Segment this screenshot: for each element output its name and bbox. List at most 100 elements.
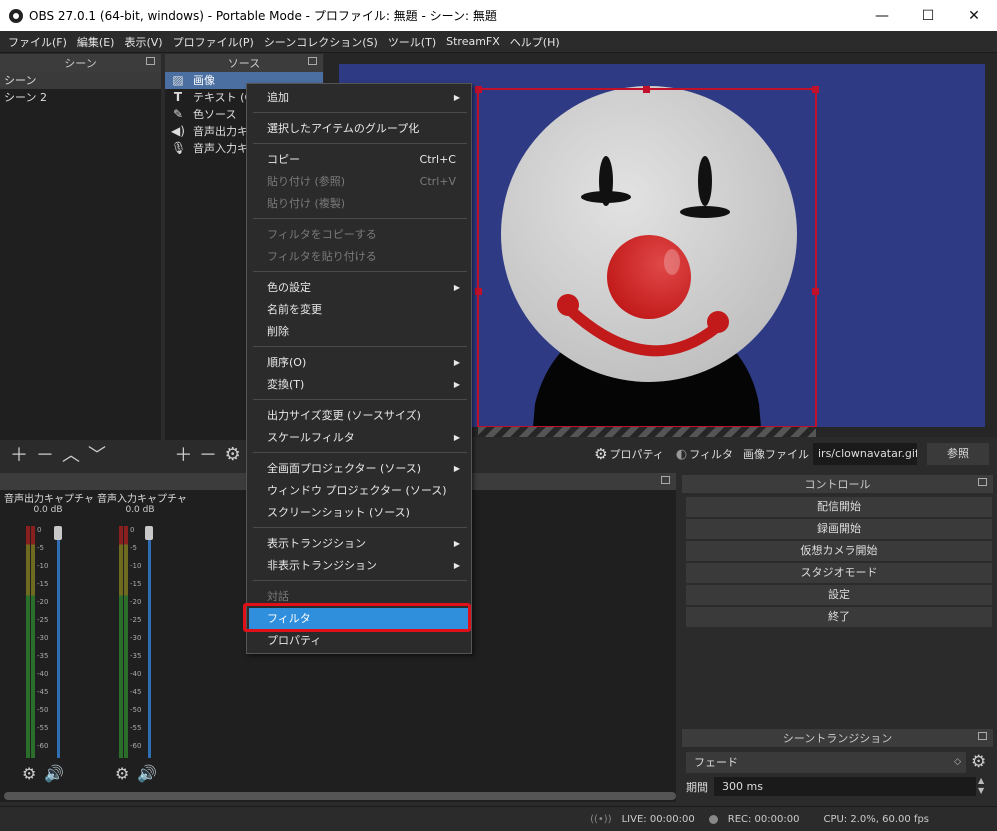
chevron-updown-icon: ◇ (954, 757, 961, 767)
menu-item-color[interactable]: 色の設定 ▶ (248, 277, 470, 299)
transitions-dock-header: シーントランジション (682, 729, 993, 747)
menu-item-delete[interactable]: 削除 (248, 321, 470, 343)
browse-button[interactable]: 参照 (927, 443, 989, 465)
start-virtual-camera-button[interactable]: 仮想カメラ開始 (686, 541, 992, 561)
spin-arrows-icon[interactable]: ▲ ▼ (978, 776, 984, 796)
menu-item-resize-output[interactable]: 出力サイズ変更 (ソースサイズ) (248, 405, 470, 427)
menu-item-add[interactable]: 追加 ▶ (248, 87, 470, 109)
volume-fader-handle[interactable] (54, 526, 62, 540)
menu-item-show-transition[interactable]: 表示トランジション ▶ (248, 533, 470, 555)
menu-item-order[interactable]: 順序(O) ▶ (248, 352, 470, 374)
gear-icon[interactable]: ⚙ (22, 764, 36, 783)
controls-title: コントロール (804, 478, 871, 491)
controls-dock-header: コントロール (682, 475, 993, 493)
menu-profile[interactable]: プロファイル(P) (168, 34, 259, 50)
menu-help[interactable]: ヘルプ(H) (505, 34, 565, 50)
volume-fader[interactable] (57, 526, 60, 758)
dock-float-icon[interactable] (146, 57, 155, 65)
dock-float-icon[interactable] (978, 732, 987, 740)
menu-item-scale-filter[interactable]: スケールフィルタ ▶ (248, 427, 470, 449)
channel-name: 音声出力キャプチャ (4, 494, 94, 505)
menu-item-rename[interactable]: 名前を変更 (248, 299, 470, 321)
source-context-menu: 追加 ▶ 選択したアイテムのグループ化 コピー Ctrl+C 貼り付け (参照) Ct… (246, 83, 472, 654)
submenu-arrow-icon: ▶ (453, 358, 460, 367)
duration-label: 期間 (686, 781, 708, 794)
scenes-list: シーン シーン 2 (0, 72, 161, 440)
speaker-icon[interactable]: 🔊 (137, 764, 157, 783)
minimize-button[interactable]: — (859, 0, 905, 31)
menu-item-paste-reference: 貼り付け (参照) Ctrl+V (267, 175, 456, 188)
annotation-highlight-box (243, 603, 471, 632)
properties-button[interactable]: ⚙ プロパティ (588, 443, 670, 465)
close-button[interactable]: ✕ (951, 0, 997, 31)
window-title: OBS 27.0.1 (64-bit, windows) - Portable … (29, 9, 497, 23)
menu-separator (253, 452, 467, 453)
menu-scene-collection[interactable]: シーンコレクション(S) (259, 34, 383, 50)
submenu-arrow-icon: ▶ (453, 93, 460, 102)
move-down-icon[interactable]: ﹀ (84, 444, 110, 466)
menu-item-copy[interactable]: コピー Ctrl+C (248, 149, 470, 171)
menu-file[interactable]: ファイル(F) (3, 34, 72, 50)
volume-fader-handle[interactable] (145, 526, 153, 540)
move-up-icon[interactable]: ︿ (58, 444, 84, 466)
remove-scene-button[interactable]: － (32, 444, 58, 466)
channel-db: 0.0 dB (33, 505, 63, 515)
menu-view[interactable]: 表示(V) (119, 34, 167, 50)
dock-float-icon[interactable] (661, 476, 670, 484)
menu-item-window-projector[interactable]: ウィンドウ プロジェクター (ソース) (248, 480, 470, 502)
level-meter (119, 526, 123, 758)
menu-item-properties[interactable]: プロパティ (248, 630, 470, 652)
obs-logo-icon (9, 8, 23, 23)
duration-input[interactable]: 300 ms (714, 777, 976, 796)
menu-separator (253, 346, 467, 347)
menu-separator (253, 271, 467, 272)
menu-item-screenshot[interactable]: スクリーンショット (ソース) (248, 502, 470, 524)
start-streaming-button[interactable]: 配信開始 (686, 497, 992, 517)
live-broadcast-icon: ((•)) (590, 813, 612, 825)
submenu-arrow-icon: ▶ (453, 539, 460, 548)
scenes-dock-header: シーン (0, 54, 161, 72)
menu-item-group[interactable]: 選択したアイテムのグループ化 (248, 118, 470, 140)
gear-icon[interactable]: ⚙ (115, 764, 129, 783)
text-icon: T (173, 90, 183, 104)
channel-db: 0.0 dB (125, 505, 155, 515)
scene-item[interactable]: シーン (0, 72, 161, 89)
scene-item[interactable]: シーン 2 (0, 89, 161, 106)
dock-float-icon[interactable] (978, 478, 987, 486)
menu-separator (253, 218, 467, 219)
image-file-path-field[interactable]: irs/clownavatar.gif (813, 443, 917, 465)
menu-streamfx[interactable]: StreamFX (441, 35, 505, 48)
studio-mode-button[interactable]: スタジオモード (686, 563, 992, 583)
menu-separator (253, 143, 467, 144)
rec-status: REC: 00:00:00 (727, 813, 800, 825)
maximize-button[interactable]: ☐ (905, 0, 951, 31)
menu-item-hide-transition[interactable]: 非表示トランジション ▶ (248, 555, 470, 577)
menu-separator (253, 580, 467, 581)
menu-item-transform[interactable]: 変換(T) ▶ (248, 374, 470, 396)
submenu-arrow-icon: ▶ (453, 561, 460, 570)
menu-item-fullscreen-projector[interactable]: 全画面プロジェクター (ソース) ▶ (248, 458, 470, 480)
live-status: LIVE: 00:00:00 (621, 813, 695, 825)
add-source-button[interactable]: ＋ (171, 444, 196, 466)
submenu-arrow-icon: ▶ (453, 380, 460, 389)
start-recording-button[interactable]: 録画開始 (686, 519, 992, 539)
volume-fader[interactable] (148, 526, 151, 758)
mic-icon: 🎙 (171, 141, 187, 155)
exit-button[interactable]: 終了 (686, 607, 992, 627)
meter-scale: 0 -5 -10 -15 -20 -25 -30 -35 -40 -45 -50 -55 -60 (130, 526, 142, 750)
gear-icon[interactable]: ⚙ (971, 752, 986, 772)
add-scene-button[interactable]: ＋ (6, 444, 32, 466)
mixer-scrollbar[interactable] (4, 792, 676, 800)
remove-source-button[interactable]: － (196, 444, 221, 466)
canvas-overflow-indicator (478, 427, 816, 437)
gear-icon[interactable]: ⚙ (220, 444, 245, 465)
status-bar: ((•)) LIVE: 00:00:00 REC: 00:00:00 CPU: … (0, 806, 997, 831)
menu-edit[interactable]: 編集(E) (72, 34, 120, 50)
dock-float-icon[interactable] (308, 57, 317, 65)
speaker-icon[interactable]: 🔊 (44, 764, 64, 783)
menu-tools[interactable]: ツール(T) (383, 34, 441, 50)
filters-button[interactable]: ◐ フィルタ (670, 443, 739, 465)
transition-select[interactable]: フェード ◇ (686, 752, 966, 773)
menu-bar: ファイル(F) 編集(E) 表示(V) プロファイル(P) シーンコレクション(… (0, 31, 997, 53)
settings-button[interactable]: 設定 (686, 585, 992, 605)
